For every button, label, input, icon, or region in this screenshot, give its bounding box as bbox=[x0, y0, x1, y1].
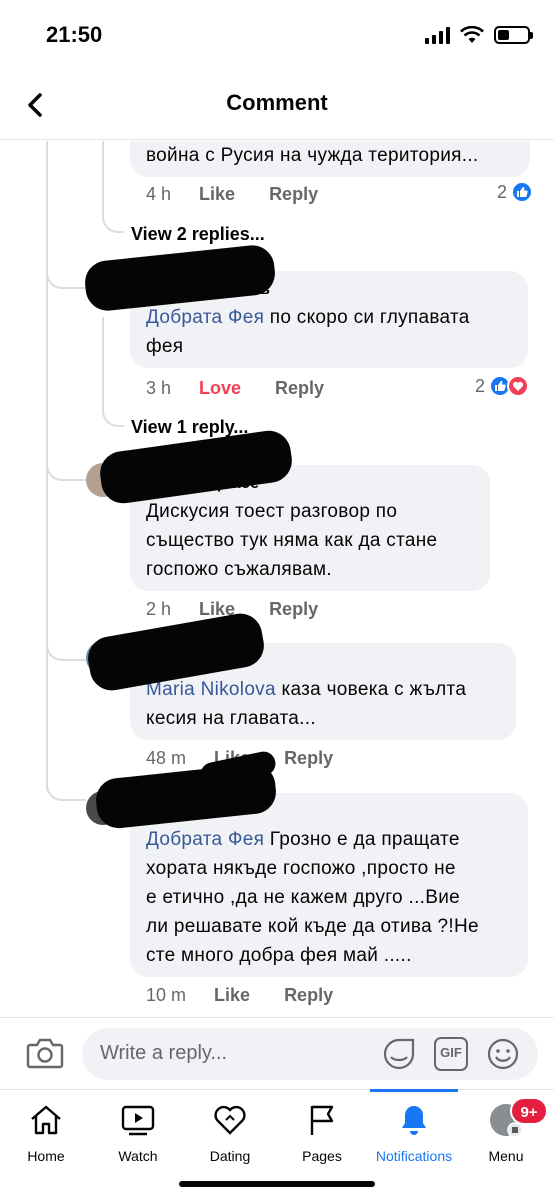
status-icons bbox=[425, 26, 533, 44]
comment-text: хората някъде госпожо ,просто не bbox=[146, 858, 456, 879]
comment-actions: 10 m Like Reply bbox=[146, 985, 367, 1006]
comment-timestamp: 4 h bbox=[146, 184, 172, 204]
tab-label: Menu bbox=[488, 1148, 524, 1164]
reply-button[interactable]: Reply bbox=[269, 184, 318, 205]
battery-icon bbox=[494, 26, 533, 44]
comment-text: Грозно е да пращате bbox=[264, 829, 460, 850]
tab-label: Dating bbox=[209, 1148, 251, 1164]
reply-button[interactable]: Reply bbox=[269, 599, 318, 620]
status-bar: 21:50 bbox=[0, 0, 554, 70]
tab-label: Watch bbox=[118, 1148, 158, 1164]
reaction-summary[interactable]: 2 bbox=[475, 375, 530, 397]
mention-link[interactable]: Добрата Фея bbox=[146, 307, 264, 328]
view-replies-link[interactable]: View 2 replies... bbox=[131, 224, 265, 245]
comment-text: война с Русия на чужда територия... bbox=[146, 145, 479, 166]
tab-label: Pages bbox=[302, 1148, 342, 1164]
reply-button[interactable]: Reply bbox=[284, 748, 333, 769]
bell-icon bbox=[402, 1106, 426, 1135]
comment-timestamp: 2 h bbox=[146, 599, 172, 619]
thread-connector bbox=[46, 621, 86, 661]
reply-input[interactable]: Write a reply... GIF bbox=[82, 1028, 538, 1080]
camera-icon[interactable] bbox=[26, 1036, 64, 1070]
thread-connector bbox=[46, 441, 86, 481]
comment-header: Comment bbox=[0, 70, 554, 140]
home-icon bbox=[31, 1105, 61, 1135]
sticker-icon[interactable] bbox=[382, 1037, 416, 1071]
comment-text: кесия на главата... bbox=[146, 708, 316, 729]
mention-link[interactable]: Добрата Фея bbox=[146, 829, 264, 850]
tab-watch[interactable]: Watch bbox=[92, 1090, 184, 1170]
tab-label: Home bbox=[27, 1148, 65, 1164]
comment-text: госпожо съжалявам. bbox=[146, 559, 332, 580]
like-button[interactable]: Like bbox=[214, 985, 250, 1006]
comment-bubble: война с Русия на чужда територия... bbox=[130, 141, 530, 177]
tab-label: Notifications bbox=[375, 1148, 453, 1164]
reply-button[interactable]: Reply bbox=[284, 985, 333, 1006]
status-time: 21:50 bbox=[46, 22, 103, 47]
comment-timestamp: 48 m bbox=[146, 748, 187, 768]
gif-icon[interactable]: GIF bbox=[434, 1037, 468, 1071]
comment-text: каза човека с жълта bbox=[275, 679, 467, 700]
like-reaction-icon bbox=[511, 181, 534, 203]
tab-notifications[interactable]: Notifications bbox=[368, 1089, 460, 1170]
tab-dating[interactable]: Dating bbox=[184, 1090, 276, 1170]
watch-icon bbox=[121, 1105, 155, 1136]
active-tab-indicator bbox=[370, 1089, 458, 1092]
wifi-icon bbox=[460, 26, 484, 43]
dating-icon bbox=[214, 1105, 246, 1135]
reaction-count: 2 bbox=[475, 375, 486, 396]
comment-text: сте много добра фея май ..... bbox=[146, 945, 412, 966]
flag-icon bbox=[310, 1105, 334, 1135]
home-indicator[interactable] bbox=[179, 1181, 375, 1187]
comment-actions: 4 h Like Reply bbox=[146, 184, 352, 205]
comment-actions: 3 h Love Reply bbox=[146, 378, 358, 399]
tab-home[interactable]: Home bbox=[0, 1090, 92, 1170]
like-button[interactable]: Like bbox=[199, 184, 235, 205]
comment-text: същество тук няма как да стане bbox=[146, 530, 438, 551]
comment-text: Дискусия тоест разговор по bbox=[146, 501, 398, 522]
signal-icon bbox=[425, 26, 450, 44]
comment-thread[interactable]: война с Русия на чужда територия... 4 h … bbox=[0, 141, 554, 1016]
mention-link[interactable]: Maria Nikolova bbox=[146, 679, 276, 700]
thread-connector bbox=[46, 251, 86, 289]
reply-composer: Write a reply... GIF bbox=[0, 1017, 554, 1089]
comment-timestamp: 10 m bbox=[146, 985, 187, 1005]
comment-text: фея bbox=[146, 336, 184, 357]
comment-text: по скоро си глупавата bbox=[264, 307, 470, 328]
reply-placeholder: Write a reply... bbox=[100, 1042, 228, 1064]
love-button[interactable]: Love bbox=[199, 378, 241, 399]
reaction-summary[interactable]: 2 bbox=[497, 181, 534, 203]
emoji-icon[interactable] bbox=[486, 1037, 520, 1071]
menu-notification-badge: 9+ bbox=[510, 1097, 548, 1125]
thread-connector bbox=[102, 391, 124, 427]
comment-text: е етично ,да не кажем друго ...Вие bbox=[146, 887, 460, 908]
thread-connector bbox=[46, 781, 86, 801]
thread-connector bbox=[102, 201, 124, 233]
reply-button[interactable]: Reply bbox=[275, 378, 324, 399]
comment-text: ли решавате кой къде да отива ?!Не bbox=[146, 916, 479, 937]
love-reaction-icon bbox=[507, 375, 530, 397]
comment-timestamp: 3 h bbox=[146, 378, 172, 398]
reaction-count: 2 bbox=[497, 181, 508, 202]
page-title: Comment bbox=[226, 90, 328, 115]
tab-pages[interactable]: Pages bbox=[276, 1090, 368, 1170]
